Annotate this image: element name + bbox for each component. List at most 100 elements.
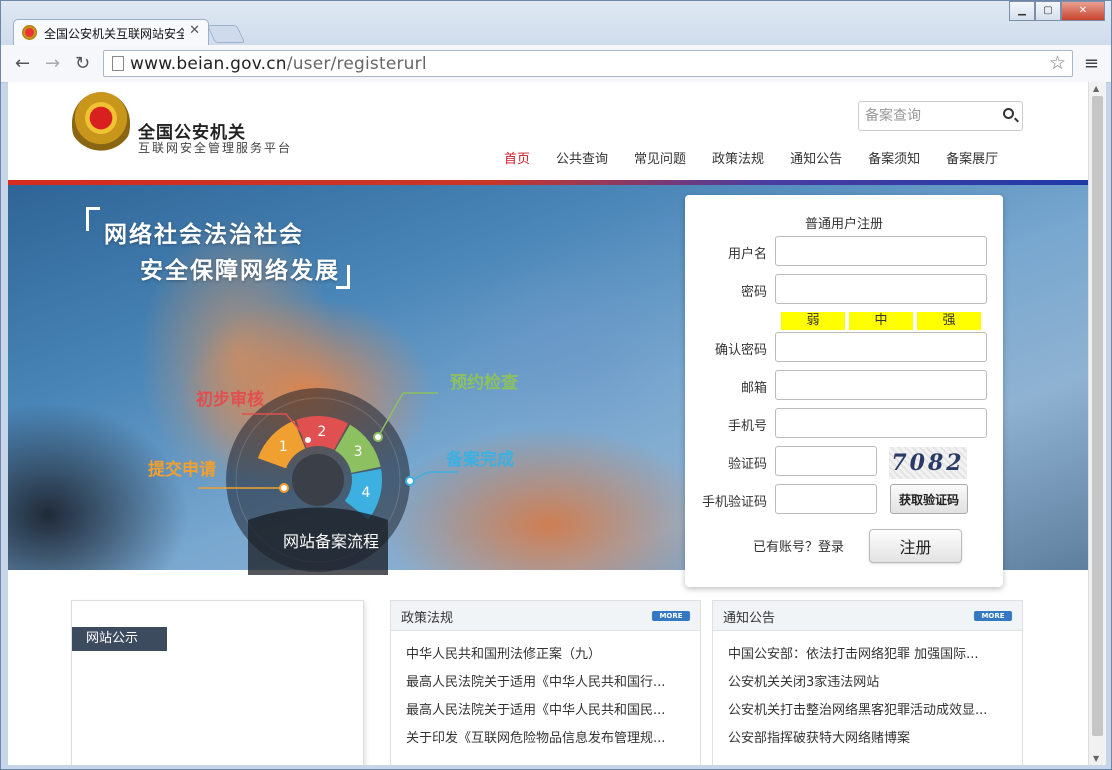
site-notice-title: 网站公示 xyxy=(72,627,167,651)
nav-home[interactable]: 首页 xyxy=(504,148,530,168)
nav-notices[interactable]: 通知公告 xyxy=(790,148,842,168)
notice-list: 中国公安部：依法打击网络犯罪 加强国际... 公安机关关闭3家违法网站 公安机关… xyxy=(713,631,1022,753)
strength-medium: 中 xyxy=(849,312,913,330)
confirm-password-label: 确认密码 xyxy=(714,343,767,358)
url-path: /user/registerurl xyxy=(286,54,427,74)
police-emblem-favicon-icon xyxy=(22,25,37,40)
captcha-field[interactable] xyxy=(775,446,877,476)
step-2-number: 2 xyxy=(317,424,326,440)
notice-more-button[interactable]: MORE xyxy=(974,611,1012,621)
notice-panel-header: 通知公告 MORE xyxy=(713,601,1022,631)
step-2-label: 初步审核 xyxy=(196,390,264,410)
address-bar[interactable]: www.beian.gov.cn/user/registerurl ☆ xyxy=(103,50,1073,77)
phone-field[interactable] xyxy=(775,408,987,438)
step-3-dot xyxy=(373,432,383,442)
email-field[interactable] xyxy=(775,370,987,400)
browser-tab[interactable]: 全国公安机关互联网站安全 ✕ xyxy=(13,19,209,45)
step-1-label: 提交申请 xyxy=(148,460,216,480)
register-form: 普通用户注册 用户名 密码 弱 中 强 确认密码 邮箱 手机号 验证码 7082… xyxy=(685,195,1003,587)
username-label: 用户名 xyxy=(727,247,767,262)
notice-panel-title: 通知公告 xyxy=(723,611,776,626)
policy-panel-title: 政策法规 xyxy=(401,611,454,626)
password-label: 密码 xyxy=(740,285,767,300)
password-strength-meter: 弱 中 强 xyxy=(781,312,985,330)
page-icon xyxy=(112,56,124,71)
strength-weak: 弱 xyxy=(781,312,845,330)
nav-policy[interactable]: 政策法规 xyxy=(712,148,764,168)
url-host: www.beian.gov.cn xyxy=(130,54,287,74)
process-title: 网站备案流程 xyxy=(283,532,380,551)
step-3-number: 3 xyxy=(354,444,363,460)
slogan-line-1: 网络社会法治社会 xyxy=(104,222,304,248)
back-arrow-icon[interactable]: ← xyxy=(15,53,30,74)
policy-panel: 政策法规 MORE 中华人民共和国刑法修正案（九） 最高人民法院关于适用《中华人… xyxy=(390,600,701,765)
step-4-dot xyxy=(405,476,415,486)
list-item[interactable]: 最高人民法院关于适用《中华人民共和国民... xyxy=(406,697,686,725)
nav-faq[interactable]: 常见问题 xyxy=(634,148,686,168)
page-viewport: 全国公安机关 互联网安全管理服务平台 首页 公共查询 常见问题 政策法规 通知公… xyxy=(8,82,1088,765)
phone-label: 手机号 xyxy=(727,419,767,434)
window-close-button[interactable]: ✕ xyxy=(1061,1,1105,21)
get-sms-code-button[interactable]: 获取验证码 xyxy=(890,484,968,514)
password-field[interactable] xyxy=(775,274,987,304)
sms-code-field[interactable] xyxy=(775,484,877,514)
notice-panel: 通知公告 MORE 中国公安部：依法打击网络犯罪 加强国际... 公安机关关闭3… xyxy=(712,600,1023,765)
maximize-button[interactable]: ▢ xyxy=(1035,1,1061,21)
nav-filing-guide[interactable]: 备案须知 xyxy=(868,148,920,168)
slogan-bracket-left xyxy=(86,207,100,231)
register-button[interactable]: 注册 xyxy=(869,529,962,563)
step-4-number: 4 xyxy=(362,485,371,501)
window-controls: ▁ ▢ ✕ xyxy=(1009,1,1105,21)
forward-arrow-icon[interactable]: → xyxy=(45,53,60,74)
bookmark-star-icon[interactable]: ☆ xyxy=(1049,52,1066,74)
wheel-center xyxy=(292,454,344,506)
email-label: 邮箱 xyxy=(740,381,767,396)
logo-subtitle: 互联网安全管理服务平台 xyxy=(138,141,293,155)
slogan-line-2: 安全保障网络发展 xyxy=(140,258,340,284)
search-input[interactable] xyxy=(865,103,995,129)
reload-icon[interactable]: ↻ xyxy=(75,53,90,74)
captcha-label: 验证码 xyxy=(727,457,767,472)
step-2-dot xyxy=(303,435,313,445)
strength-strong: 强 xyxy=(917,312,981,330)
confirm-password-field[interactable] xyxy=(775,332,987,362)
tab-bar: 全国公安机关互联网站安全 ✕ ▁ ▢ ✕ xyxy=(1,1,1111,45)
policy-list: 中华人民共和国刑法修正案（九） 最高人民法院关于适用《中华人民共和国行... 最… xyxy=(391,631,700,753)
tab-title: 全国公安机关互联网站安全 xyxy=(44,27,184,41)
login-link[interactable]: 已有账号？登录 xyxy=(753,536,844,555)
step-4-label: 备案完成 xyxy=(446,450,514,470)
nav-public-query[interactable]: 公共查询 xyxy=(556,148,608,168)
step-1-dot xyxy=(279,483,289,493)
list-item[interactable]: 中国公安部：依法打击网络犯罪 加强国际... xyxy=(728,641,1008,669)
nav-filing-gallery[interactable]: 备案展厅 xyxy=(946,148,998,168)
list-item[interactable]: 公安机关关闭3家违法网站 xyxy=(728,669,1008,697)
policy-panel-header: 政策法规 MORE xyxy=(391,601,700,631)
username-field[interactable] xyxy=(775,236,987,266)
slogan-bracket-right xyxy=(336,265,350,289)
list-item[interactable]: 公安部指挥破获特大网络赌博案 xyxy=(728,725,1008,753)
step-3-label: 预约检查 xyxy=(450,373,518,393)
site-notice-panel: 网站公示 xyxy=(71,600,364,765)
scrollbar-thumb[interactable] xyxy=(1092,96,1103,736)
captcha-image[interactable]: 7082 xyxy=(889,447,967,479)
policy-more-button[interactable]: MORE xyxy=(652,611,690,621)
list-item[interactable]: 公安机关打击整治网络黑客犯罪活动成效显... xyxy=(728,697,1008,725)
filing-process-diagram: 1 2 3 4 提交申请 初步审核 预约检查 备案完成 网站备案流程 xyxy=(138,325,518,575)
step-1-number: 1 xyxy=(279,439,288,455)
register-title: 普通用户注册 xyxy=(804,217,883,232)
search-icon[interactable] xyxy=(1003,108,1014,119)
list-item[interactable]: 关于印发《互联网危险物品信息发布管理规... xyxy=(406,725,686,753)
search-box xyxy=(858,101,1023,131)
list-item[interactable]: 中华人民共和国刑法修正案（九） xyxy=(406,641,686,669)
main-nav: 首页 公共查询 常见问题 政策法规 通知公告 备案须知 备案展厅 xyxy=(504,148,1024,168)
scroll-down-arrow-icon[interactable]: ▼ xyxy=(1093,754,1099,763)
new-tab-button[interactable] xyxy=(206,25,246,43)
list-item[interactable]: 最高人民法院关于适用《中华人民共和国行... xyxy=(406,669,686,697)
police-emblem-logo[interactable] xyxy=(72,92,130,154)
tab-close-icon[interactable]: ✕ xyxy=(189,23,200,38)
minimize-button[interactable]: ▁ xyxy=(1009,1,1035,21)
scroll-up-arrow-icon[interactable]: ▲ xyxy=(1093,84,1099,93)
step-4-leader xyxy=(409,471,458,482)
vertical-scrollbar[interactable]: ▲ ▼ xyxy=(1088,82,1106,765)
menu-icon[interactable]: ≡ xyxy=(1084,53,1099,74)
